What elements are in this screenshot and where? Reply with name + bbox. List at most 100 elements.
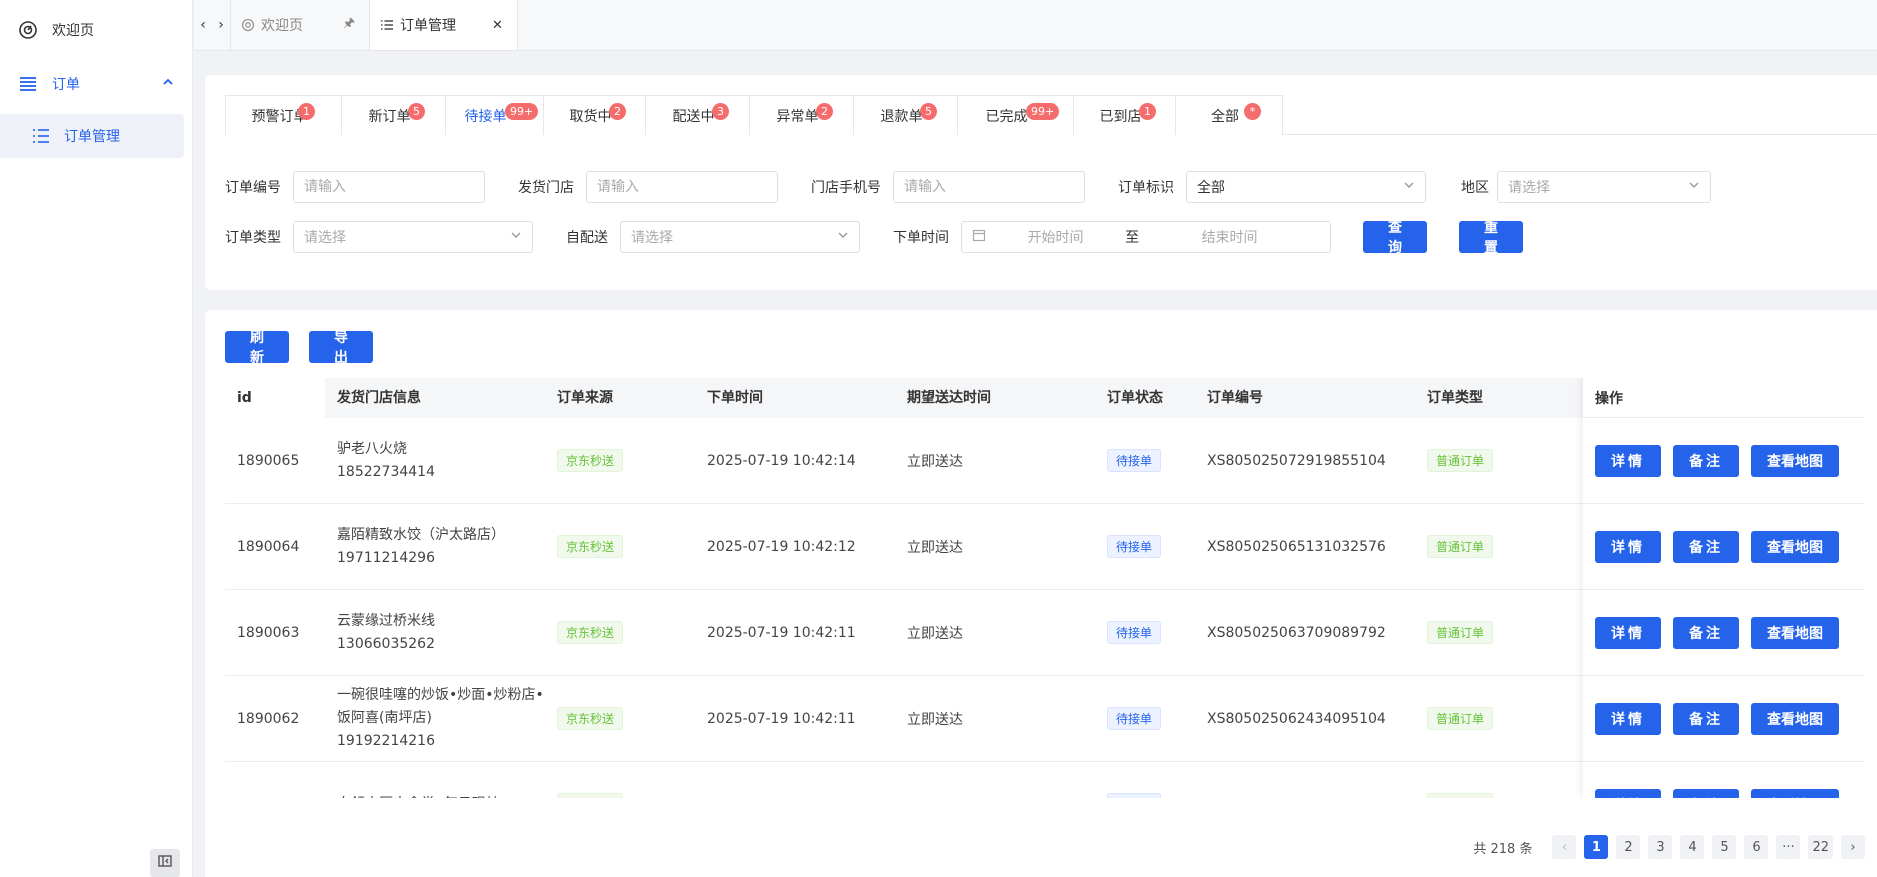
- status-cell: 待接单: [1095, 707, 1195, 730]
- sidebar-item-welcome[interactable]: 欢迎页: [0, 6, 192, 54]
- refresh-button[interactable]: 刷新: [225, 330, 289, 366]
- status-tab[interactable]: 预警订单 1: [225, 95, 341, 135]
- query-button[interactable]: 查询: [1363, 220, 1427, 256]
- column-header: 发货门店信息: [337, 390, 421, 406]
- operation-header: 操作: [1583, 378, 1865, 418]
- order-no-label: 订单编号: [225, 180, 281, 196]
- status-cell: 待接单: [1095, 621, 1195, 644]
- operation-row: 详情备注查看地图: [1583, 418, 1865, 504]
- reset-button[interactable]: 重置: [1459, 220, 1523, 256]
- view-map-button[interactable]: 查看地图: [1751, 444, 1839, 477]
- collapse-icon: [158, 854, 172, 872]
- order-no-cell: XS805025072919855104: [1207, 452, 1386, 469]
- next-page-button[interactable]: ›: [1841, 835, 1865, 859]
- store-info-cell: 一碗很哇噻的炒饭•炒面•炒粉店•饭阿喜(南坪店) 19192214216: [325, 684, 545, 753]
- count-badge: 2: [816, 103, 833, 120]
- expect-cell: 立即送达: [907, 711, 963, 728]
- note-button[interactable]: 备注: [1673, 530, 1739, 563]
- order-type-tag: 普通订单: [1427, 535, 1494, 558]
- detail-button[interactable]: 详情: [1595, 530, 1661, 563]
- note-button[interactable]: 备注: [1673, 444, 1739, 477]
- sidebar-item-order-management[interactable]: 订单管理: [0, 114, 184, 158]
- order-time-range[interactable]: 开始时间 至 结束时间: [961, 221, 1331, 253]
- page-button[interactable]: 5: [1712, 835, 1737, 859]
- region-label: 地区: [1461, 180, 1489, 196]
- operation-body: 详情备注查看地图详情备注查看地图详情备注查看地图详情备注查看地图详情备注查看地图: [1583, 418, 1865, 798]
- view-map-button[interactable]: 查看地图: [1751, 702, 1839, 735]
- status-cell: 待接单: [1095, 535, 1195, 558]
- status-tag: 待接单: [1107, 621, 1162, 644]
- count-badge: 1: [298, 103, 315, 120]
- calendar-icon: [972, 228, 986, 246]
- view-map-button[interactable]: 查看地图: [1751, 530, 1839, 563]
- list-icon: [380, 18, 394, 32]
- page-button[interactable]: 1: [1584, 835, 1609, 859]
- status-tab[interactable]: 已完成 99+: [957, 95, 1073, 135]
- detail-button[interactable]: 详情: [1595, 788, 1661, 798]
- tab-label: 欢迎页: [261, 18, 303, 34]
- status-tab[interactable]: 已到店 1: [1073, 95, 1175, 135]
- status-tab[interactable]: 取货中 2: [543, 95, 645, 135]
- start-time-input[interactable]: 开始时间: [986, 227, 1125, 247]
- status-tag: 待接单: [1107, 707, 1162, 730]
- end-time-input[interactable]: 结束时间: [1139, 227, 1320, 247]
- pin-icon[interactable]: 🖈: [343, 14, 355, 36]
- store-input[interactable]: [586, 171, 778, 203]
- region-select[interactable]: 请选择: [1497, 171, 1711, 203]
- status-tab[interactable]: 全部 *: [1175, 95, 1283, 135]
- count-badge: 99+: [505, 103, 539, 120]
- prev-page-button[interactable]: ‹: [1552, 835, 1577, 859]
- column-header: id: [225, 378, 325, 418]
- tab-label: 订单管理: [400, 18, 457, 34]
- export-button[interactable]: 导出: [309, 330, 373, 366]
- store-label: 发货门店: [518, 180, 574, 196]
- detail-button[interactable]: 详情: [1595, 616, 1661, 649]
- column-header: 订单状态: [1107, 390, 1163, 406]
- status-tag: 待接单: [1107, 535, 1162, 558]
- detail-button[interactable]: 详情: [1595, 444, 1661, 477]
- detail-button[interactable]: 详情: [1595, 702, 1661, 735]
- page-button[interactable]: 22: [1808, 835, 1833, 859]
- expect-cell: 立即送达: [907, 539, 963, 556]
- time-cell: 2025-07-19 10:42:14: [707, 452, 856, 469]
- type-cell: 普通订单: [1415, 535, 1555, 558]
- tab-prev-button[interactable]: ‹: [194, 0, 212, 50]
- table-toolbar: 刷新 导出: [225, 330, 373, 366]
- view-map-button[interactable]: 查看地图: [1751, 616, 1839, 649]
- order-type-label: 订单类型: [225, 230, 281, 246]
- order-no-cell: XS805025062434095104: [1207, 710, 1386, 727]
- self-delivery-select[interactable]: 请选择: [620, 221, 860, 253]
- tab-next-button[interactable]: ›: [212, 0, 230, 50]
- note-button[interactable]: 备注: [1673, 788, 1739, 798]
- page-button[interactable]: 4: [1680, 835, 1705, 859]
- status-tab[interactable]: 配送中 3: [645, 95, 749, 135]
- order-flag-select[interactable]: 全部: [1186, 171, 1426, 203]
- sidebar-group-order[interactable]: 订单: [0, 60, 192, 108]
- order-no-input[interactable]: [293, 171, 485, 203]
- status-tab[interactable]: 异常单 2: [749, 95, 853, 135]
- note-button[interactable]: 备注: [1673, 702, 1739, 735]
- source-tag: 京东秒送: [557, 535, 624, 558]
- status-tab[interactable]: 待接单 99+: [445, 95, 543, 135]
- page-button[interactable]: 6: [1744, 835, 1769, 859]
- tab-welcome[interactable]: 欢迎页 🖈: [230, 0, 369, 50]
- close-icon[interactable]: ✕: [492, 18, 503, 33]
- tab-order-management[interactable]: 订单管理 ✕: [369, 0, 518, 50]
- page-button[interactable]: ···: [1776, 835, 1801, 859]
- order-flag-label: 订单标识: [1118, 180, 1174, 196]
- order-flag-value: 全部: [1197, 180, 1225, 196]
- status-tab-label: 异常单: [776, 108, 819, 125]
- self-delivery-label: 自配送: [566, 230, 608, 246]
- column-header: 订单来源: [557, 390, 613, 406]
- collapse-sidebar-button[interactable]: [150, 849, 180, 877]
- view-map-button[interactable]: 查看地图: [1751, 788, 1839, 798]
- status-tab[interactable]: 退款单 5: [853, 95, 957, 135]
- status-tab[interactable]: 新订单 5: [341, 95, 445, 135]
- store-phone-input[interactable]: [893, 171, 1085, 203]
- page-button[interactable]: 2: [1616, 835, 1641, 859]
- count-badge: 99+: [1026, 103, 1060, 120]
- note-button[interactable]: 备注: [1673, 616, 1739, 649]
- store-info-cell: 驴老八火烧 18522734414: [325, 438, 545, 484]
- order-type-select[interactable]: 请选择: [293, 221, 533, 253]
- page-button[interactable]: 3: [1648, 835, 1673, 859]
